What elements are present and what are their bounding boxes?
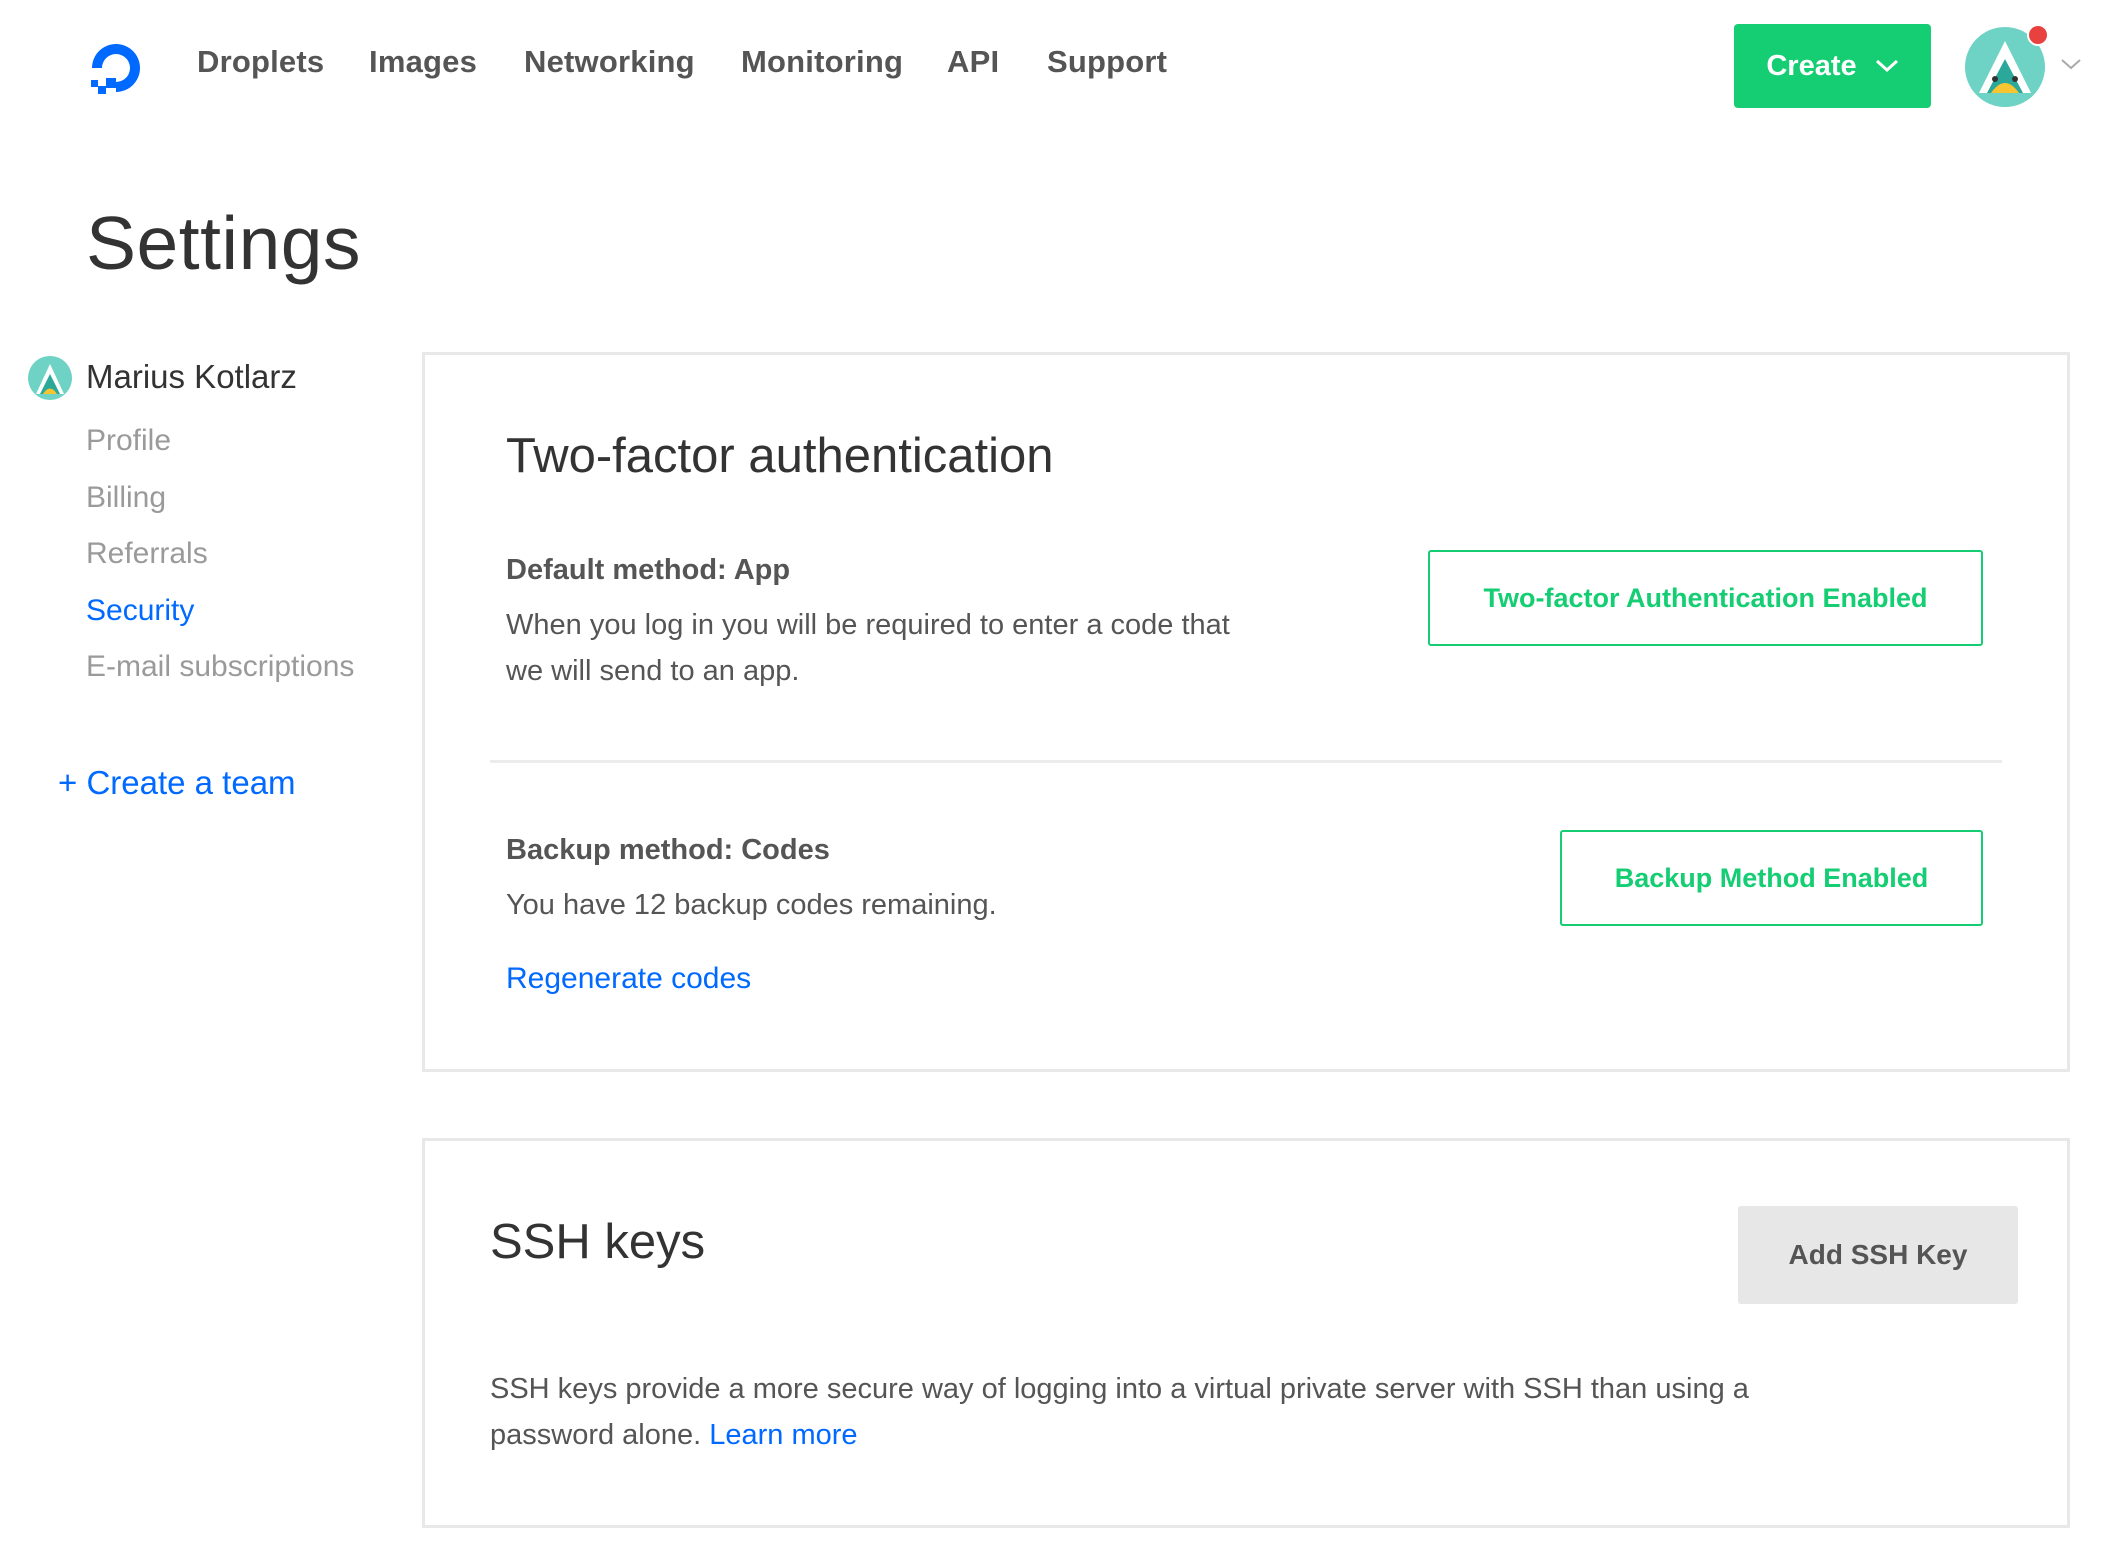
create-button-label: Create xyxy=(1766,49,1857,82)
digitalocean-logo-icon[interactable] xyxy=(84,36,148,100)
page-title: Settings xyxy=(86,201,361,285)
default-method-label: Default method: App xyxy=(506,554,791,586)
backup-codes-remaining: You have 12 backup codes remaining. xyxy=(506,889,997,921)
nav-networking[interactable]: Networking xyxy=(524,44,695,80)
ssh-keys-description-line2: password alone. Learn more xyxy=(490,1412,858,1458)
nav-droplets[interactable]: Droplets xyxy=(197,44,324,80)
default-method-description-line1: When you log in you will be required to … xyxy=(506,609,1230,641)
sidebar-item-referrals[interactable]: Referrals xyxy=(86,537,208,571)
notification-badge xyxy=(2027,24,2049,46)
regenerate-codes-link[interactable]: Regenerate codes xyxy=(506,956,751,1002)
sidebar-item-email-subscriptions[interactable]: E-mail subscriptions xyxy=(86,650,354,684)
account-chevron-down-icon[interactable] xyxy=(2060,58,2082,70)
default-method-description-line2: we will send to an app. xyxy=(506,655,800,687)
two-factor-enabled-label: Two-factor Authentication Enabled xyxy=(1483,582,1928,613)
nav-support[interactable]: Support xyxy=(1047,44,1167,80)
chevron-down-icon xyxy=(1875,59,1898,73)
nav-images[interactable]: Images xyxy=(369,44,477,80)
ssh-keys-description-text: password alone. xyxy=(490,1419,702,1451)
ssh-keys-title: SSH keys xyxy=(490,1215,706,1269)
two-factor-title: Two-factor authentication xyxy=(506,429,1054,483)
nav-monitoring[interactable]: Monitoring xyxy=(741,44,903,80)
learn-more-link[interactable]: Learn more xyxy=(709,1419,857,1451)
add-ssh-key-label: Add SSH Key xyxy=(1788,1239,1968,1270)
sidebar-user-avatar xyxy=(28,356,72,400)
sidebar-user-name: Marius Kotlarz xyxy=(86,358,297,395)
add-ssh-key-button[interactable]: Add SSH Key xyxy=(1738,1206,2018,1304)
backup-method-enabled-button[interactable]: Backup Method Enabled xyxy=(1560,830,1983,926)
create-team-link[interactable]: + Create a team xyxy=(58,764,296,802)
two-factor-enabled-button[interactable]: Two-factor Authentication Enabled xyxy=(1428,550,1983,646)
nav-api[interactable]: API xyxy=(947,44,999,80)
backup-method-label: Backup method: Codes xyxy=(506,834,830,866)
sidebar-item-security[interactable]: Security xyxy=(86,594,194,628)
section-divider xyxy=(490,760,2002,763)
backup-method-enabled-label: Backup Method Enabled xyxy=(1614,862,1929,893)
ssh-keys-card xyxy=(422,1138,2070,1528)
create-button[interactable]: Create xyxy=(1734,24,1931,108)
ssh-keys-description-line1: SSH keys provide a more secure way of lo… xyxy=(490,1373,1749,1405)
sidebar-item-billing[interactable]: Billing xyxy=(86,481,166,515)
sidebar-item-profile[interactable]: Profile xyxy=(86,424,171,458)
